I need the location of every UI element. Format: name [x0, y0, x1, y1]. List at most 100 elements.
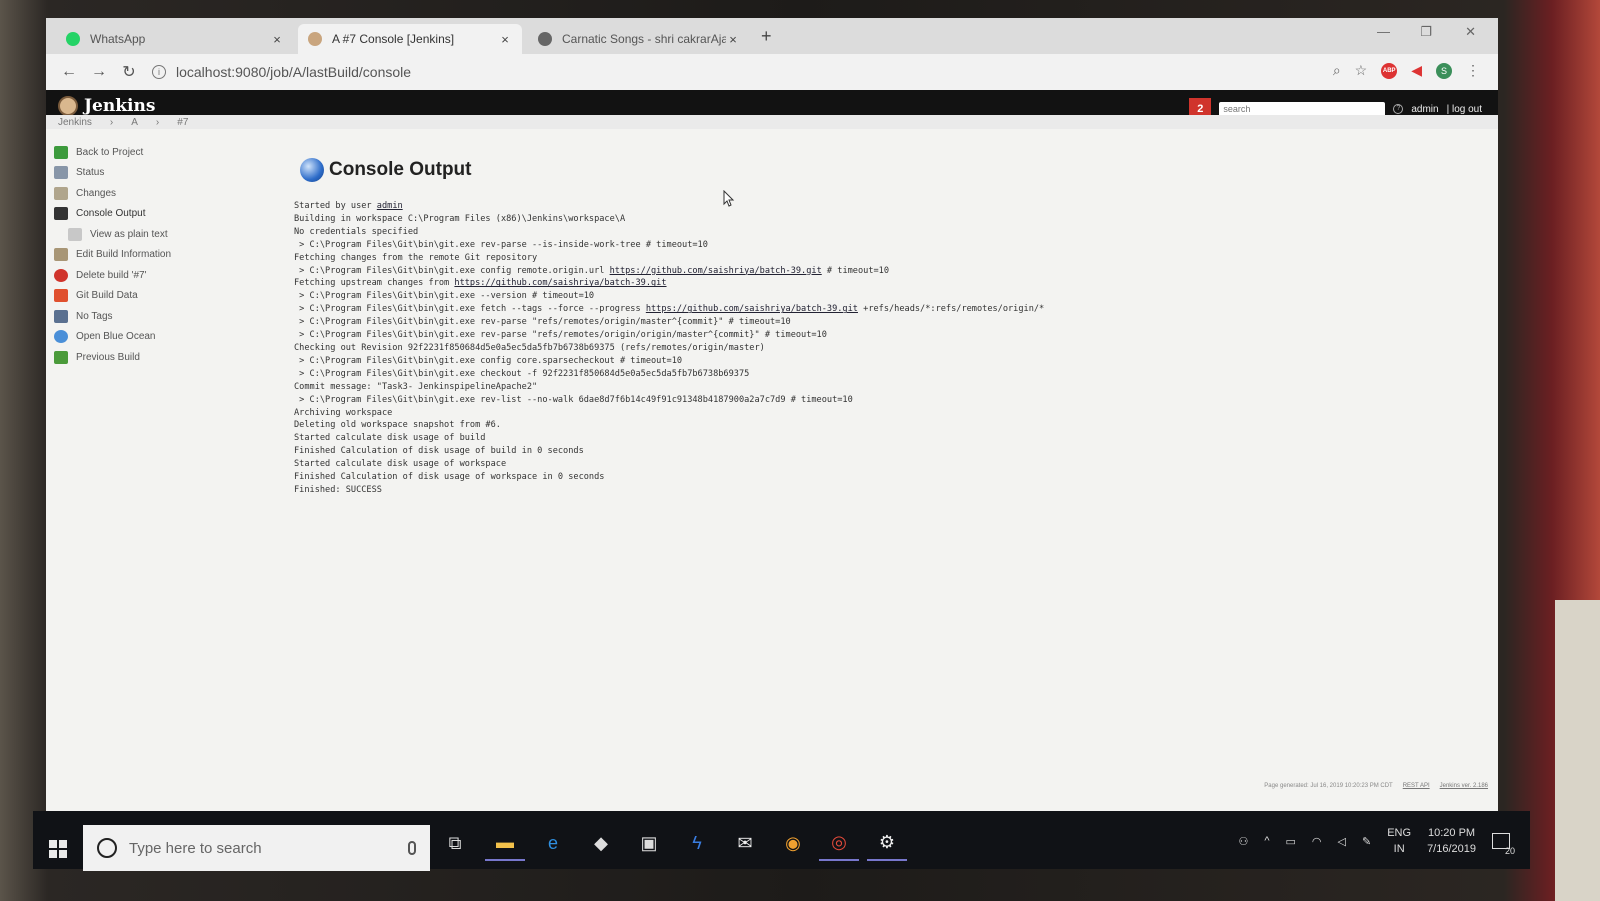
- jenkins-logo-text: Jenkins: [84, 96, 156, 116]
- sidebar-item-delete-build-7[interactable]: Delete build '#7': [54, 265, 254, 286]
- windows-taskbar: Type here to search ⧉ ▬ e ◆ ▣ ϟ ✉ ◉ ◎ ⚙ ⚇ ^ ▭ ◠ ◁…: [33, 811, 1530, 871]
- menu-kebab-icon[interactable]: ⋮: [1466, 62, 1480, 79]
- side-panel: Back to Project Status Changes Console Outp…: [54, 142, 254, 368]
- console-text: Archiving workspace: [294, 407, 393, 418]
- console-link[interactable]: https://github.com/saishriya/batch-39.gi…: [610, 266, 822, 276]
- globe-favicon-icon: [538, 32, 552, 46]
- lightning-app-icon[interactable]: ϟ: [677, 825, 717, 861]
- adblock-extension-icon[interactable]: ABP: [1381, 62, 1398, 79]
- new-tab-button[interactable]: +: [761, 26, 772, 47]
- profile-avatar[interactable]: S: [1436, 62, 1452, 79]
- user-link[interactable]: admin: [1411, 104, 1438, 115]
- breadcrumb-jenkins[interactable]: Jenkins: [58, 117, 92, 128]
- terminal-icon: [54, 207, 68, 221]
- vpn-app-icon[interactable]: ◉: [773, 825, 813, 861]
- console-text: Fetching changes from the remote Git rep…: [294, 252, 538, 263]
- task-view-icon[interactable]: ⧉: [435, 825, 475, 861]
- bookmark-star-icon[interactable]: ☆: [1355, 62, 1368, 79]
- sidebar-item-changes[interactable]: Changes: [54, 183, 254, 204]
- action-center-icon[interactable]: 20: [1492, 833, 1515, 856]
- battery-icon[interactable]: ▭: [1286, 835, 1296, 848]
- zoom-icon[interactable]: ⌕: [1333, 62, 1341, 79]
- console-text: > C:\Program Files\Git\bin\git.exe rev-p…: [294, 239, 708, 250]
- sidebar-item-open-blue-ocean[interactable]: Open Blue Ocean: [54, 327, 254, 348]
- site-info-icon[interactable]: i: [152, 65, 166, 79]
- tab-close-icon[interactable]: ×: [498, 32, 512, 47]
- console-line: Finished Calculation of disk usage of wo…: [294, 471, 1044, 484]
- url-bar[interactable]: i localhost:9080/job/A/lastBuild/console: [152, 59, 1052, 85]
- jenkins-favicon-icon: [308, 32, 322, 46]
- forward-button[interactable]: →: [84, 63, 114, 81]
- clock[interactable]: 10:20 PM 7/16/2019: [1427, 825, 1476, 857]
- rest-api-link[interactable]: REST API: [1403, 783, 1430, 789]
- page-title-text: Console Output: [329, 159, 472, 180]
- language-indicator[interactable]: ENG IN: [1387, 825, 1411, 857]
- url-text: localhost:9080/job/A/lastBuild/console: [176, 64, 412, 80]
- jenkins-version-link[interactable]: Jenkins ver. 2.186: [1440, 783, 1488, 789]
- tab-jenkins-console[interactable]: A #7 Console [Jenkins] ×: [298, 24, 522, 54]
- tab-close-icon[interactable]: ×: [270, 32, 284, 47]
- taskbar-search-box[interactable]: Type here to search: [83, 825, 430, 871]
- help-icon[interactable]: ?: [1393, 104, 1404, 114]
- megaphone-extension-icon[interactable]: ◀: [1411, 62, 1422, 79]
- tray-overflow-icon[interactable]: ^: [1264, 835, 1269, 847]
- console-link[interactable]: https://github.com/saishriya/batch-39.gi…: [646, 304, 858, 314]
- console-text: > C:\Program Files\Git\bin\git.exe rev-l…: [294, 394, 853, 405]
- cortana-icon: [97, 838, 117, 858]
- microphone-icon[interactable]: [408, 841, 416, 855]
- sidebar-item-back-to-project[interactable]: Back to Project: [54, 142, 254, 163]
- edge-icon[interactable]: e: [533, 825, 573, 861]
- sidebar-item-label: Changes: [76, 187, 117, 199]
- people-icon[interactable]: ⚇: [1238, 835, 1248, 848]
- logout-link[interactable]: | log out: [1447, 104, 1482, 115]
- chrome-icon[interactable]: ◎: [819, 825, 859, 861]
- main-panel: Console Output Started by user admin Buil…: [294, 158, 1044, 497]
- console-line: Archiving workspace: [294, 407, 1044, 420]
- console-text: Commit message: "Task3- JenkinspipelineA…: [294, 381, 538, 392]
- sidebar-item-label: Back to Project: [76, 146, 144, 158]
- no-entry-icon: [54, 268, 68, 282]
- minimize-button[interactable]: —: [1377, 24, 1390, 39]
- console-text: Finished Calculation of disk usage of bu…: [294, 446, 584, 457]
- pen-icon[interactable]: ✎: [1362, 835, 1371, 848]
- breadcrumb: Jenkins › A › #7: [46, 115, 1498, 129]
- sidebar-item-label: Git Build Data: [76, 290, 138, 302]
- up-arrow-icon: [54, 145, 68, 159]
- tab-carnatic-songs[interactable]: Carnatic Songs - shri cakrarAja si ×: [528, 24, 750, 54]
- sidebar-item-console-output[interactable]: Console Output: [54, 204, 254, 225]
- console-output: Started by user admin Building in workspa…: [294, 200, 1044, 497]
- tab-close-icon[interactable]: ×: [726, 32, 740, 47]
- console-line: > C:\Program Files\Git\bin\git.exe confi…: [294, 265, 1044, 278]
- console-link[interactable]: https://github.com/saishriya/batch-39.gi…: [454, 278, 666, 288]
- jenkins-butler-icon: [58, 96, 78, 116]
- sidebar-item-edit-build-information[interactable]: Edit Build Information: [54, 245, 254, 266]
- console-line: > C:\Program Files\Git\bin\git.exe fetch…: [294, 303, 1044, 316]
- jenkins-logo[interactable]: Jenkins: [58, 96, 155, 116]
- maximize-button[interactable]: ❐: [1420, 24, 1432, 40]
- breadcrumb-job-a[interactable]: A: [131, 117, 138, 128]
- back-button[interactable]: ←: [54, 63, 84, 81]
- browser-toolbar: ⌕ ☆ ABP ◀ S ⋮: [1333, 62, 1480, 79]
- page-title: Console Output: [300, 158, 1044, 182]
- console-line: Finished: SUCCESS: [294, 484, 1044, 497]
- sidebar-item-no-tags[interactable]: No Tags: [54, 306, 254, 327]
- language-code: ENG: [1387, 827, 1412, 839]
- settings-gear-icon[interactable]: ⚙: [867, 825, 907, 861]
- mail-icon[interactable]: ✉: [725, 825, 765, 861]
- sidebar-item-view-as-plain-text[interactable]: View as plain text: [54, 224, 254, 245]
- sidebar-item-git-build-data[interactable]: Git Build Data: [54, 286, 254, 307]
- close-window-button[interactable]: ✕: [1465, 24, 1476, 40]
- dropbox-icon[interactable]: ◆: [581, 825, 621, 861]
- breadcrumb-build-7[interactable]: #7: [177, 117, 188, 128]
- start-windows-icon[interactable]: [49, 840, 67, 858]
- store-icon[interactable]: ▣: [629, 825, 669, 861]
- wifi-icon[interactable]: ◠: [1312, 835, 1322, 848]
- file-explorer-icon[interactable]: ▬: [485, 825, 525, 861]
- tab-whatsapp[interactable]: WhatsApp ×: [56, 24, 294, 54]
- reload-button[interactable]: ↻: [114, 62, 144, 82]
- volume-icon[interactable]: ◁: [1338, 835, 1346, 848]
- console-link[interactable]: admin: [377, 201, 403, 211]
- sidebar-item-previous-build[interactable]: Previous Build: [54, 347, 254, 368]
- console-line: No credentials specified: [294, 226, 1044, 239]
- sidebar-item-status[interactable]: Status: [54, 163, 254, 184]
